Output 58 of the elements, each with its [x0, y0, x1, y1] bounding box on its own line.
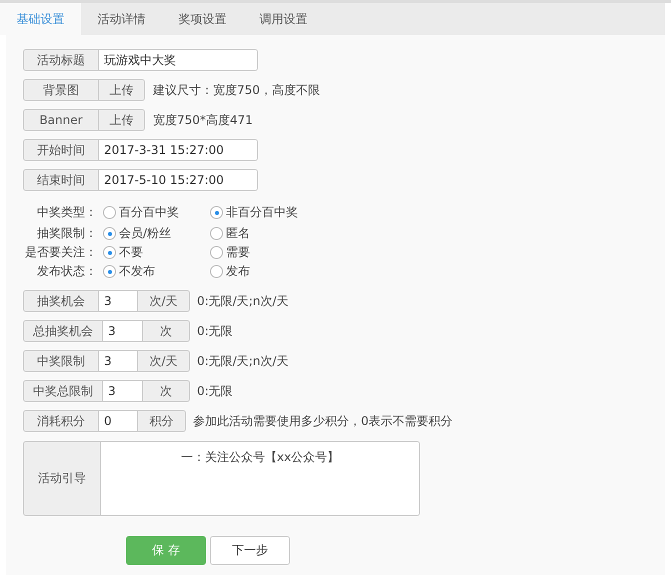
radio-label: 匿名	[226, 225, 250, 242]
field-label: 消耗积分	[23, 410, 99, 432]
upload-button[interactable]: 上传	[99, 79, 145, 101]
unit-label: 次	[143, 380, 190, 402]
number-field[interactable]: 3	[103, 380, 143, 402]
tab[interactable]: 调用设置	[243, 3, 324, 35]
unit-label: 次/天	[138, 350, 190, 372]
unit-label: 次/天	[138, 290, 190, 312]
tab[interactable]: 活动详情	[81, 3, 162, 35]
radio-label: 百分百中奖	[119, 204, 179, 222]
next-button[interactable]: 下一步	[210, 536, 290, 565]
radio-group-label: 中奖类型：	[36, 204, 97, 222]
radio-label: 非百分百中奖	[226, 204, 298, 222]
radio-button[interactable]	[210, 265, 223, 278]
radio-group-label: 是否要关注：	[24, 244, 97, 262]
radio-label: 不发布	[119, 263, 155, 280]
number-field[interactable]: 3	[99, 290, 138, 312]
field-label: 中奖总限制	[23, 380, 103, 402]
text-field[interactable]: 玩游戏中大奖	[99, 49, 258, 71]
field-label: 背景图	[23, 79, 99, 101]
field-label: 结束时间	[23, 169, 99, 191]
number-field[interactable]: 0	[99, 410, 138, 432]
hint-text: 0:无限	[197, 322, 233, 340]
number-field[interactable]: 3	[99, 350, 138, 372]
field-label: 活动引导	[23, 441, 101, 516]
field-label: 抽奖机会	[23, 290, 99, 312]
hint-text: 0:无限/天;n次/天	[197, 292, 288, 310]
field-label: Banner	[23, 109, 99, 131]
field-label: 总抽奖机会	[23, 320, 103, 342]
hint-text: 参加此活动需要使用多少积分，0表示不需要积分	[193, 412, 453, 430]
radio-button[interactable]	[103, 265, 116, 278]
guide-text-area[interactable]: 一：关注公众号【xx公众号】	[101, 441, 420, 516]
field-label: 活动标题	[23, 49, 99, 71]
hint-text: 建议尺寸：宽度750，高度不限	[153, 82, 320, 98]
radio-button[interactable]	[103, 246, 116, 260]
radio-label: 需要	[226, 244, 250, 262]
hint-text: 0:无限	[197, 382, 233, 400]
radio-label: 发布	[226, 263, 250, 280]
unit-label: 积分	[138, 410, 186, 432]
radio-group-label: 发布状态：	[36, 263, 97, 280]
field-label: 开始时间	[23, 139, 99, 161]
radio-button[interactable]	[210, 246, 223, 260]
field-label: 中奖限制	[23, 350, 99, 372]
radio-button[interactable]	[210, 206, 223, 220]
unit-label: 次	[143, 320, 190, 342]
radio-label: 会员/粉丝	[119, 225, 172, 242]
radio-label: 不要	[119, 244, 143, 262]
radio-button[interactable]	[103, 206, 116, 220]
radio-button[interactable]	[210, 227, 223, 240]
hint-text: 0:无限/天;n次/天	[197, 352, 288, 370]
upload-button[interactable]: 上传	[99, 109, 145, 131]
number-field[interactable]: 3	[103, 320, 143, 342]
tab[interactable]: 奖项设置	[162, 3, 243, 35]
text-field[interactable]: 2017-5-10 15:27:00	[99, 169, 258, 191]
radio-button[interactable]	[103, 227, 116, 240]
radio-group-label: 抽奖限制：	[36, 225, 97, 242]
text-field[interactable]: 2017-3-31 15:27:00	[99, 139, 258, 161]
hint-text: 宽度750*高度471	[153, 112, 253, 128]
